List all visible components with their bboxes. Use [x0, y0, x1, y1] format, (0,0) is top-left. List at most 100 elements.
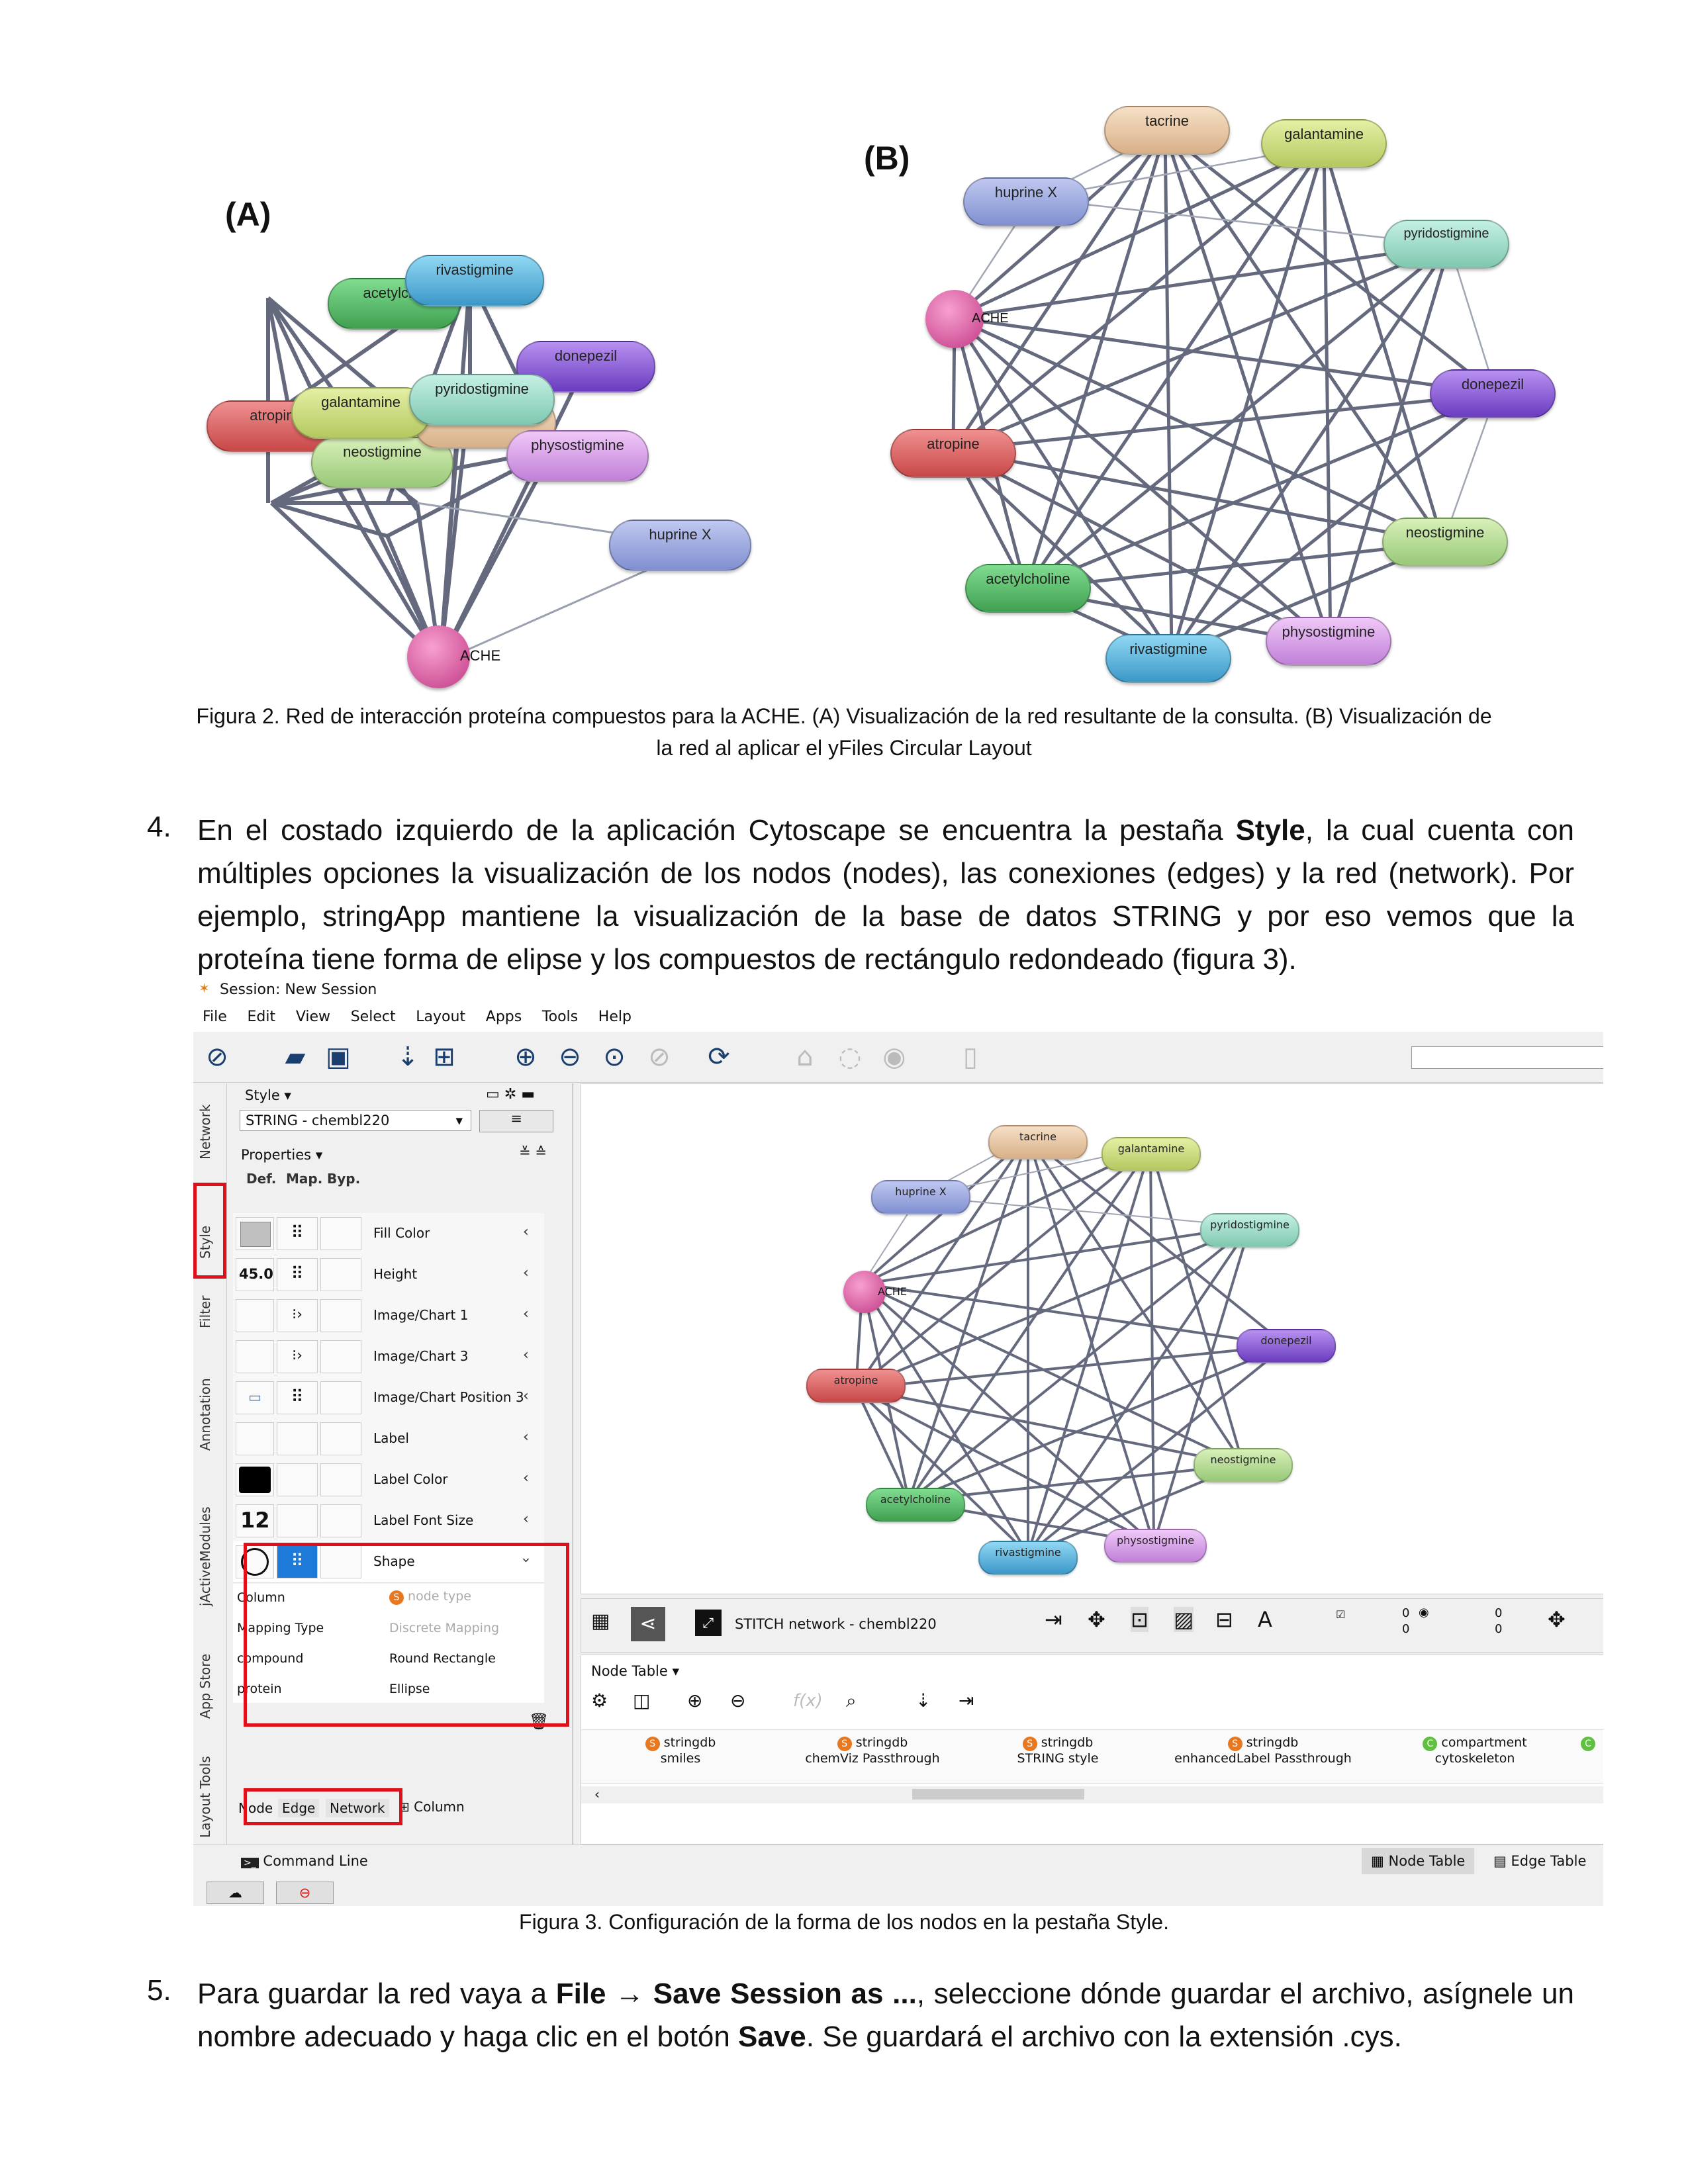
tab-layout-tools[interactable]: Layout Tools	[197, 1756, 213, 1838]
property-row-label[interactable]: Label ‹	[233, 1418, 544, 1460]
style-options-button[interactable]: ≡	[479, 1110, 553, 1132]
select-annotations-icon[interactable]: ⊟	[1215, 1607, 1233, 1632]
canvas-node-galantamine[interactable]: galantamine	[1102, 1137, 1201, 1171]
function-builder-icon[interactable]: f(x)	[793, 1691, 823, 1711]
command-line[interactable]: >_ Command Line	[241, 1853, 368, 1869]
checkbox-icon[interactable]: ☑	[1336, 1608, 1345, 1621]
property-row-image-chart-3[interactable]: ⁝› Image/Chart 3 ‹	[233, 1336, 544, 1378]
zoom-fit-icon[interactable]: ⊙	[598, 1041, 630, 1073]
navigate-icon[interactable]: ✥	[1548, 1607, 1566, 1632]
default-cell[interactable]	[236, 1299, 274, 1332]
move-icon[interactable]: ✥	[1088, 1607, 1105, 1632]
cloud-icon[interactable]: ☁	[207, 1882, 264, 1904]
collapse-expand-icon[interactable]: ≚ ≙	[519, 1144, 547, 1160]
property-row-image-chart-1[interactable]: ⁝› Image/Chart 1 ‹	[233, 1295, 544, 1337]
columns-icon[interactable]: ◫	[633, 1690, 650, 1711]
refresh-icon[interactable]: ⟳	[703, 1041, 735, 1073]
canvas-node-physostigmine[interactable]: physostigmine	[1104, 1529, 1207, 1563]
scrollbar-thumb[interactable]	[912, 1789, 1084, 1799]
canvas-node-pyridostigmine[interactable]: pyridostigmine	[1200, 1213, 1299, 1248]
open-folder-icon[interactable]: ▰	[279, 1041, 311, 1073]
height-default[interactable]: 45.0	[236, 1258, 274, 1291]
zoom-out-icon[interactable]: ⊖	[554, 1041, 586, 1073]
network-import-icon[interactable]: ⊘	[201, 1041, 233, 1073]
canvas-node-neostigmine[interactable]: neostigmine	[1194, 1448, 1293, 1482]
scroll-left-icon[interactable]: ‹	[594, 1786, 600, 1802]
property-row-image-chart-position[interactable]: ▭ ⠿ Image/Chart Position 3 ‹	[233, 1377, 544, 1419]
bypass-cell[interactable]	[320, 1504, 361, 1537]
chevron-left-icon[interactable]: ‹	[523, 1224, 529, 1240]
mapping-grid-icon[interactable]: ⠿	[277, 1217, 318, 1250]
property-row-height[interactable]: 45.0 ⠿ Height ‹	[233, 1254, 544, 1296]
table-column-enhanced-label[interactable]: S stringdb enhancedLabel Passthrough	[1144, 1735, 1382, 1766]
chevron-left-icon[interactable]: ‹	[523, 1429, 529, 1445]
export-icon[interactable]: ⇥	[1045, 1607, 1062, 1632]
menu-help[interactable]: Help	[598, 1003, 632, 1032]
style-select[interactable]: STRING - chembl220 ▾	[240, 1110, 471, 1131]
zoom-in-icon[interactable]: ⊕	[510, 1041, 541, 1073]
menu-apps[interactable]: Apps	[486, 1003, 522, 1032]
bypass-cell[interactable]	[320, 1217, 361, 1250]
horizontal-scrollbar[interactable]: ‹	[581, 1786, 1603, 1803]
tab-network[interactable]: Network	[197, 1104, 213, 1160]
grid-view-icon[interactable]: ▦	[591, 1610, 610, 1633]
chevron-left-icon[interactable]: ‹	[523, 1347, 529, 1363]
menu-edit[interactable]: Edit	[248, 1003, 276, 1032]
tab-jactivemodules[interactable]: jActiveModules	[197, 1506, 213, 1606]
canvas-node-rivastigmine[interactable]: rivastigmine	[978, 1541, 1078, 1575]
menu-file[interactable]: File	[203, 1003, 227, 1032]
add-column-icon[interactable]: ⊕	[687, 1690, 702, 1711]
property-row-label-color[interactable]: Label Color ‹	[233, 1459, 544, 1501]
stop-icon[interactable]: ⊖	[276, 1882, 334, 1904]
passthrough-mapping-icon[interactable]: ⁝›	[277, 1299, 318, 1332]
property-row-label-font-size[interactable]: 12 Label Font Size ‹	[233, 1500, 544, 1542]
show-icon[interactable]: ◉	[878, 1041, 910, 1073]
import-network-icon[interactable]: ⇣	[392, 1041, 424, 1073]
import-table-icon[interactable]: ⊞	[428, 1041, 460, 1073]
import-table-icon[interactable]: ⇣	[915, 1690, 931, 1711]
menu-tools[interactable]: Tools	[542, 1003, 578, 1032]
save-icon[interactable]: ▣	[322, 1041, 354, 1073]
default-cell[interactable]	[236, 1422, 274, 1455]
document-icon[interactable]: ▯	[955, 1041, 986, 1073]
mapping-grid-icon[interactable]: ⠿	[277, 1381, 318, 1414]
canvas-node-donepezil[interactable]: donepezil	[1237, 1329, 1336, 1363]
mapping-cell[interactable]	[277, 1504, 318, 1537]
bypass-cell[interactable]	[320, 1299, 361, 1332]
chevron-left-icon[interactable]: ‹	[523, 1388, 529, 1404]
canvas-node-acetylcholine[interactable]: acetylcholine	[866, 1488, 965, 1522]
node-table-title[interactable]: Node Table ▾	[591, 1663, 679, 1679]
chevron-left-icon[interactable]: ‹	[523, 1470, 529, 1486]
table-column-cytoskeleton[interactable]: C compartment cytoskeleton	[1389, 1735, 1561, 1766]
home-icon[interactable]: ⌂	[789, 1041, 821, 1073]
expand-icon[interactable]: ⤢	[695, 1610, 722, 1636]
property-row-fill-color[interactable]: ⠿ Fill Color ‹	[233, 1213, 544, 1255]
font-size-default[interactable]: 12	[236, 1504, 274, 1537]
tab-annotation[interactable]: Annotation	[197, 1378, 213, 1451]
search-icon[interactable]: ⌕	[846, 1690, 857, 1712]
style-header[interactable]: Style ▾	[245, 1087, 291, 1103]
position-icon[interactable]: ▭	[236, 1381, 274, 1414]
chevron-left-icon[interactable]: ‹	[523, 1306, 529, 1322]
settings-gear-icon[interactable]: ⚙	[591, 1690, 608, 1711]
bypass-cell[interactable]	[320, 1463, 361, 1496]
select-nodes-icon[interactable]: ⊡	[1131, 1607, 1149, 1632]
mapping-cell[interactable]	[277, 1463, 318, 1496]
column-button[interactable]: ⊞ Column	[399, 1799, 465, 1815]
network-canvas[interactable]: tacrine galantamine huprine X pyridostig…	[581, 1083, 1603, 1594]
tab-node-table[interactable]: ▦ Node Table	[1362, 1848, 1475, 1874]
passthrough-mapping-icon[interactable]: ⁝›	[277, 1340, 318, 1373]
chevron-left-icon[interactable]: ‹	[523, 1511, 529, 1527]
bypass-cell[interactable]	[320, 1258, 361, 1291]
table-column-smiles[interactable]: S stringdb smiles	[594, 1735, 767, 1766]
text-annotation-icon[interactable]: A	[1258, 1607, 1272, 1632]
select-edges-icon[interactable]: ▨	[1174, 1607, 1194, 1632]
bypass-cell[interactable]	[320, 1381, 361, 1414]
menu-layout[interactable]: Layout	[416, 1003, 465, 1032]
fill-color-swatch[interactable]	[240, 1222, 271, 1247]
bypass-cell[interactable]	[320, 1422, 361, 1455]
chevron-left-icon[interactable]: ‹	[523, 1265, 529, 1281]
mapping-grid-icon[interactable]: ⠿	[277, 1258, 318, 1291]
share-icon[interactable]: ⋖	[631, 1607, 665, 1641]
canvas-node-atropine[interactable]: atropine	[806, 1369, 906, 1403]
